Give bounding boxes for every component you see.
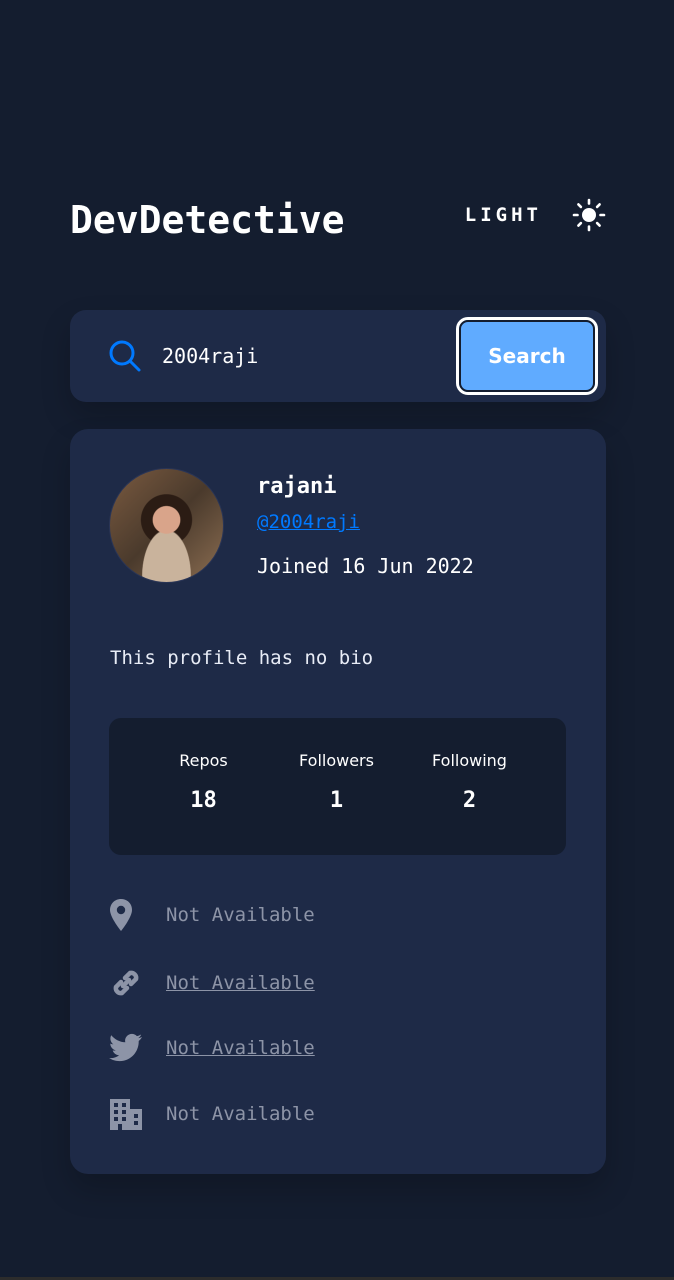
location-value: Not Available (166, 904, 315, 926)
location-pin-icon (109, 898, 166, 932)
profile-card: rajani @2004raji Joined 16 Jun 2022 This… (70, 429, 606, 1174)
avatar (109, 468, 224, 583)
stat-following: Following 2 (403, 751, 536, 813)
search-input[interactable] (162, 336, 442, 376)
stat-following-value: 2 (462, 788, 477, 813)
app-page: DevDetective LIGHT 2004raji Search rajan… (0, 0, 674, 1280)
stat-followers-value: 1 (329, 788, 344, 813)
twitter-link[interactable]: Not Available (166, 1037, 315, 1059)
app-logo: DevDetective (70, 198, 345, 242)
profile-joined-date: Joined 16 Jun 2022 (257, 554, 474, 578)
company-value: Not Available (166, 1103, 315, 1125)
search-bar: Search (70, 310, 606, 402)
search-button[interactable]: Search (456, 317, 598, 395)
profile-login-link[interactable]: @2004raji (257, 511, 360, 533)
profile-name: rajani (257, 474, 337, 499)
stats-panel: Repos 18 Followers 1 Following 2 (109, 718, 566, 855)
stat-repos-value: 18 (190, 788, 217, 813)
building-icon (109, 1097, 166, 1131)
header: DevDetective LIGHT (70, 190, 606, 250)
stat-repos-label: Repos (179, 751, 228, 770)
stat-followers-label: Followers (299, 751, 374, 770)
stat-followers: Followers 1 (270, 751, 403, 813)
sun-icon (572, 198, 606, 232)
location-row: Not Available (109, 895, 559, 935)
stat-following-label: Following (432, 751, 507, 770)
theme-toggle-button[interactable]: LIGHT (465, 198, 606, 232)
twitter-row: Not Available (109, 1028, 559, 1068)
stat-repos: Repos 18 (137, 751, 270, 813)
blog-row: Not Available (109, 963, 559, 1003)
profile-bio: This profile has no bio (110, 647, 374, 669)
blog-link[interactable]: Not Available (166, 972, 315, 994)
company-row: Not Available (109, 1094, 559, 1134)
link-icon (109, 966, 166, 1000)
twitter-icon (109, 1033, 166, 1063)
theme-toggle-label: LIGHT (464, 204, 542, 226)
search-icon (108, 339, 142, 377)
